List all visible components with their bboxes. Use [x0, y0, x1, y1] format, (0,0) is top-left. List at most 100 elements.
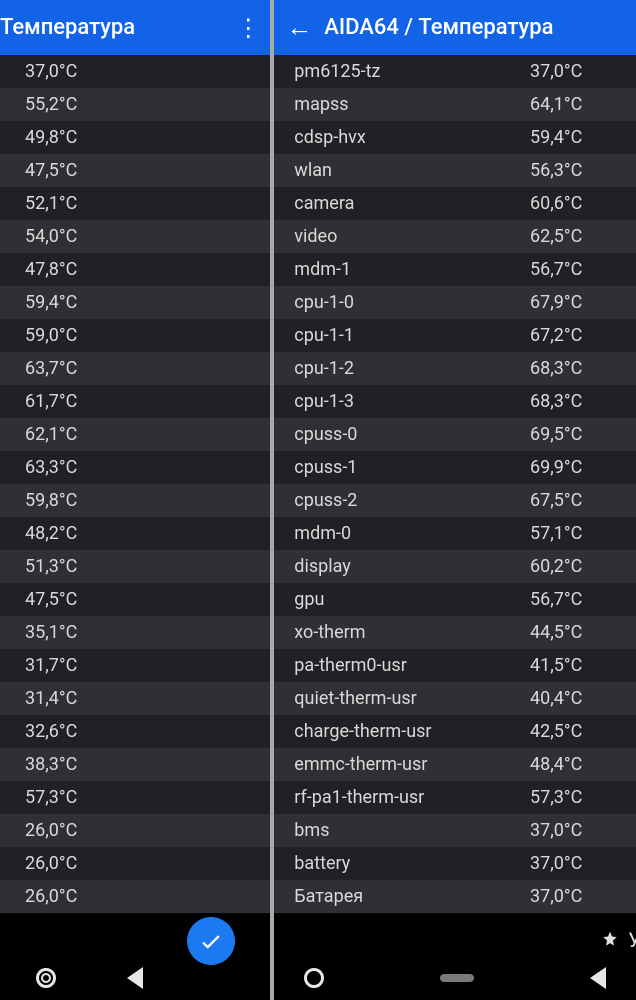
- sensor-value: 38,3°C: [25, 754, 111, 775]
- table-row: 26,0°C: [0, 814, 270, 847]
- sensor-label: cpuss-0: [294, 424, 530, 445]
- sensor-value: 47,8°C: [25, 259, 111, 280]
- table-row: cpu-1-167,2°C: [274, 319, 636, 352]
- sensor-value: 35,1°C: [25, 622, 111, 643]
- table-row: cpu-1-268,3°C: [274, 352, 636, 385]
- sensor-value: 63,7°C: [25, 358, 111, 379]
- sensor-value: 68,3°C: [530, 358, 616, 379]
- back-icon[interactable]: [590, 967, 606, 989]
- sensor-value: 59,4°C: [25, 292, 111, 313]
- table-row: 31,4°C: [0, 682, 270, 715]
- table-row: quiet-therm-usr40,4°C: [274, 682, 636, 715]
- sensor-value: 42,5°C: [530, 721, 616, 742]
- sensor-label: cpu-1-1: [294, 325, 530, 346]
- sensor-value: 52,1°C: [25, 193, 111, 214]
- sensor-value: 37,0°C: [530, 61, 616, 82]
- right-nav-bar: [274, 956, 636, 1000]
- sensor-label: cpu-1-0: [294, 292, 530, 313]
- sensor-label: cpu-1-3: [294, 391, 530, 412]
- right-pane: ← AIDA64 / Температура pm6125-tz37,0°Cma…: [274, 0, 636, 1000]
- table-row: cpuss-169,9°C: [274, 451, 636, 484]
- sensor-value: 69,9°C: [530, 457, 616, 478]
- recent-icon[interactable]: [36, 968, 56, 988]
- sensor-value: 64,1°C: [530, 94, 616, 115]
- sensor-label: wlan: [294, 160, 530, 181]
- table-row: 59,0°C: [0, 319, 270, 352]
- sensor-value: 32,6°C: [25, 721, 111, 742]
- table-row: mapss64,1°C: [274, 88, 636, 121]
- table-row: 61,7°C: [0, 385, 270, 418]
- sensor-value: 48,2°C: [25, 523, 111, 544]
- sensor-value: 31,7°C: [25, 655, 111, 676]
- sensor-label: mdm-1: [294, 259, 530, 280]
- sensor-value: 67,9°C: [530, 292, 616, 313]
- right-list[interactable]: pm6125-tz37,0°Cmapss64,1°Ccdsp-hvx59,4°C…: [274, 55, 636, 913]
- sensor-value: 67,2°C: [530, 325, 616, 346]
- sensor-label: camera: [294, 193, 530, 214]
- table-row: pm6125-tz37,0°C: [274, 55, 636, 88]
- sensor-value: 59,0°C: [25, 325, 111, 346]
- sensor-value: 31,4°C: [25, 688, 111, 709]
- sensor-value: 51,3°C: [25, 556, 111, 577]
- table-row: 26,0°C: [0, 847, 270, 880]
- sensor-value: 56,3°C: [530, 160, 616, 181]
- table-row: camera60,6°C: [274, 187, 636, 220]
- home-icon[interactable]: [440, 974, 474, 982]
- recent-icon[interactable]: [304, 968, 324, 988]
- sensor-label: pa-therm0-usr: [294, 655, 530, 676]
- table-row: charge-therm-usr42,5°C: [274, 715, 636, 748]
- sensor-value: 26,0°C: [25, 820, 111, 841]
- sensor-label: charge-therm-usr: [294, 721, 530, 742]
- left-list[interactable]: 37,0°C55,2°C49,8°C47,5°C52,1°C54,0°C47,8…: [0, 55, 270, 913]
- table-row: emmc-therm-usr48,4°C: [274, 748, 636, 781]
- sensor-label: pm6125-tz: [294, 61, 530, 82]
- table-row: 59,8°C: [0, 484, 270, 517]
- sensor-value: 47,5°C: [25, 160, 111, 181]
- table-row: 47,8°C: [0, 253, 270, 286]
- sensor-label: Батарея: [294, 886, 530, 907]
- sensor-value: 55,2°C: [25, 94, 111, 115]
- sensor-label: gpu: [294, 589, 530, 610]
- table-row: 48,2°C: [0, 517, 270, 550]
- sensor-value: 69,5°C: [530, 424, 616, 445]
- table-row: battery37,0°C: [274, 847, 636, 880]
- pill-label: Улучшение: [628, 928, 636, 952]
- sensor-label: mdm-0: [294, 523, 530, 544]
- table-row: 63,7°C: [0, 352, 270, 385]
- table-row: bms37,0°C: [274, 814, 636, 847]
- sensor-value: 60,2°C: [530, 556, 616, 577]
- table-row: xo-therm44,5°C: [274, 616, 636, 649]
- sensor-value: 48,4°C: [530, 754, 616, 775]
- sensor-label: cpuss-1: [294, 457, 530, 478]
- table-row: cpu-1-368,3°C: [274, 385, 636, 418]
- table-row: cdsp-hvx59,4°C: [274, 121, 636, 154]
- table-row: 63,3°C: [0, 451, 270, 484]
- sensor-value: 63,3°C: [25, 457, 111, 478]
- table-row: video62,5°C: [274, 220, 636, 253]
- table-row: display60,2°C: [274, 550, 636, 583]
- sensor-value: 62,1°C: [25, 424, 111, 445]
- sensor-value: 60,6°C: [530, 193, 616, 214]
- left-nav-bar: [0, 956, 270, 1000]
- back-arrow-icon[interactable]: ←: [274, 12, 324, 43]
- sensor-value: 59,4°C: [530, 127, 616, 148]
- overflow-menu-icon[interactable]: ⋮: [226, 14, 270, 42]
- table-row: 47,5°C: [0, 154, 270, 187]
- table-row: 26,0°C: [0, 880, 270, 913]
- sensor-label: rf-pa1-therm-usr: [294, 787, 530, 808]
- sensor-label: cpuss-2: [294, 490, 530, 511]
- sensor-value: 56,7°C: [530, 589, 616, 610]
- sensor-label: mapss: [294, 94, 530, 115]
- sensor-label: cdsp-hvx: [294, 127, 530, 148]
- sensor-value: 26,0°C: [25, 886, 111, 907]
- table-row: cpuss-267,5°C: [274, 484, 636, 517]
- sensor-value: 37,0°C: [530, 886, 616, 907]
- sensor-value: 47,5°C: [25, 589, 111, 610]
- table-row: 31,7°C: [0, 649, 270, 682]
- back-icon[interactable]: [127, 967, 143, 989]
- left-header: Температура ⋮: [0, 0, 270, 55]
- left-pane: Температура ⋮ 37,0°C55,2°C49,8°C47,5°C52…: [0, 0, 270, 1000]
- sensor-value: 37,0°C: [530, 853, 616, 874]
- sensor-value: 62,5°C: [530, 226, 616, 247]
- table-row: 38,3°C: [0, 748, 270, 781]
